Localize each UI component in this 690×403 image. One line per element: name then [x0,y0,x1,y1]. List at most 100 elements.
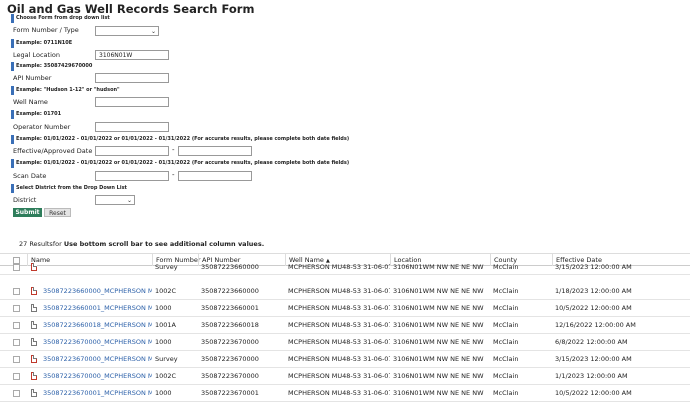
row-checkbox[interactable] [13,305,20,312]
cell-county: McClain [493,338,519,346]
operator-number-label: Operator Number [13,123,71,131]
cell-effective-date: 12/16/2022 12:00:00 AM [555,321,636,329]
cell-location: 3106N01WM NW NE NE NW [393,355,484,363]
form-type-hint: Choose Form from drop down list [11,14,110,23]
operator-number-hint: Example: 01701 [11,110,61,119]
cell-api-number: 35087223660000 [201,263,259,271]
api-number-hint: Example: 35087429670000 [11,62,92,71]
date-range-separator: - [172,171,175,179]
cell-location: 3106N01WM NW NE NE NW [393,263,484,271]
table-row[interactable]: 35087223670000_MCPHERSON M... 1000 3508722… [0,334,690,351]
cell-well-name: MCPHERSON MU48-53 31-06-07 3HE [288,321,390,329]
well-name-input[interactable] [95,97,169,107]
scan-date-start-input[interactable] [95,171,169,181]
table-row[interactable]: Survey 35087223660000 MCPHERSON MU48-53 31… [0,262,690,275]
cell-well-name: MCPHERSON MU48-53 31-06-07 4HE [288,389,390,397]
cell-name[interactable]: 35087223660000_MCPHERSON M... [40,283,152,299]
scan-date-end-input[interactable] [178,171,252,181]
row-checkbox[interactable] [13,390,20,397]
cell-api-number: 35087223660000 [201,287,259,295]
cell-name[interactable]: 35087223660018_MCPHERSON M... [40,317,152,333]
district-hint: Select District from the Drop Down List [11,184,127,193]
row-checkbox[interactable] [13,264,20,271]
effective-date-start-input[interactable] [95,146,169,156]
pdf-file-icon [31,287,37,295]
document-icon [31,304,37,312]
pdf-file-icon [31,372,37,380]
cell-effective-date: 3/15/2023 12:00:00 AM [555,263,632,271]
legal-location-label: Legal Location [13,51,60,59]
scan-date-label: Scan Date [13,172,47,180]
table-row[interactable]: 35087223660000_MCPHERSON M... 1002C 350872… [0,283,690,300]
effective-date-hint: Example: 01/01/2022 - 01/01/2022 or 01/0… [11,135,349,144]
district-select[interactable]: ⌄ [95,195,135,205]
form-type-select[interactable]: ⌄ [95,26,159,36]
row-checkbox[interactable] [13,373,20,380]
cell-county: McClain [493,287,519,295]
document-icon [31,321,37,329]
table-row[interactable]: 35087223670000_MCPHERSON M... 1002C 350872… [0,368,690,385]
results-scroll-note: Use bottom scroll bar to see additional … [63,240,265,248]
cell-api-number: 35087223670000 [201,372,259,380]
pdf-file-icon [31,355,37,363]
cell-effective-date: 10/5/2022 12:00:00 AM [555,389,632,397]
cell-effective-date: 3/15/2023 12:00:00 AM [555,355,632,363]
cell-name[interactable]: 35087223670000_MCPHERSON M... [40,368,152,384]
reset-button[interactable]: Reset [44,208,71,217]
cell-well-name: MCPHERSON MU48-53 31-06-07 3HE [288,304,390,312]
api-number-label: API Number [13,74,52,82]
results-grid: Name Form Number API Number Well Name ▲ … [0,253,690,403]
cell-form-number: Survey [155,355,178,363]
well-name-hint: Example: "Hudson 1-12" or "hudson" [11,86,120,95]
cell-location: 3106N01WM NW NE NE NW [393,321,484,329]
table-row[interactable]: 35087223670000_MCPHERSON M... Survey 35087… [0,351,690,368]
cell-county: McClain [493,355,519,363]
results-count: 27 Results [19,240,53,248]
cell-location: 3106N01WM NW NE NE NW [393,372,484,380]
document-icon [31,389,37,397]
date-range-separator: - [172,146,175,154]
table-row[interactable]: 35087223660018_MCPHERSON M... 1001A 350872… [0,317,690,334]
district-label: District [13,196,37,204]
cell-well-name: MCPHERSON MU48-53 31-06-07 4HE [288,372,390,380]
submit-button[interactable]: Submit [13,208,42,217]
table-row[interactable]: 35087223660001_MCPHERSON M... 1000 3508722… [0,300,690,317]
cell-name[interactable]: 35087223670000_MCPHERSON M... [40,334,152,350]
cell-api-number: 35087223670000 [201,338,259,346]
cell-form-number: 1000 [155,304,172,312]
row-checkbox[interactable] [13,356,20,363]
cell-name[interactable]: 35087223660001_MCPHERSON M... [40,300,152,316]
cell-api-number: 35087223660018 [201,321,259,329]
row-checkbox[interactable] [13,322,20,329]
cell-form-number: Survey [155,263,178,271]
api-number-input[interactable] [95,73,169,83]
row-checkbox[interactable] [13,339,20,346]
effective-date-end-input[interactable] [178,146,252,156]
cell-name[interactable]: 35087223670000_MCPHERSON M... [40,351,152,367]
cell-form-number: 1000 [155,338,172,346]
cell-form-number: 1001A [155,321,176,329]
cell-form-number: 1000 [155,389,172,397]
chevron-down-icon: ⌄ [126,197,132,204]
cell-api-number: 35087223660001 [201,304,259,312]
cell-api-number: 35087223670001 [201,389,259,397]
cell-name[interactable]: 35087223670001_MCPHERSON M... [40,385,152,401]
cell-county: McClain [493,304,519,312]
results-note-prefix: for [52,240,64,248]
cell-location: 3106N01WM NW NE NE NW [393,287,484,295]
cell-form-number: 1002C [155,287,177,295]
legal-location-input[interactable]: 3106N01W [95,50,169,60]
cell-well-name: MCPHERSON MU48-53 31-06-07 3HE [288,287,390,295]
well-name-label: Well Name [13,98,48,106]
form-type-label: Form Number / Type [13,26,79,34]
cell-well-name: MCPHERSON MU48-53 31-06-07 3HE [288,263,390,271]
document-icon [31,338,37,346]
cell-location: 3106N01WM NW NE NE NW [393,338,484,346]
cell-name[interactable] [40,262,152,274]
cell-effective-date: 1/18/2023 12:00:00 AM [555,287,632,295]
row-checkbox[interactable] [13,288,20,295]
cell-effective-date: 10/5/2022 12:00:00 AM [555,304,632,312]
operator-number-input[interactable] [95,122,169,132]
table-row[interactable]: 35087223670001_MCPHERSON M... 1000 3508722… [0,385,690,402]
chevron-down-icon: ⌄ [150,28,156,35]
